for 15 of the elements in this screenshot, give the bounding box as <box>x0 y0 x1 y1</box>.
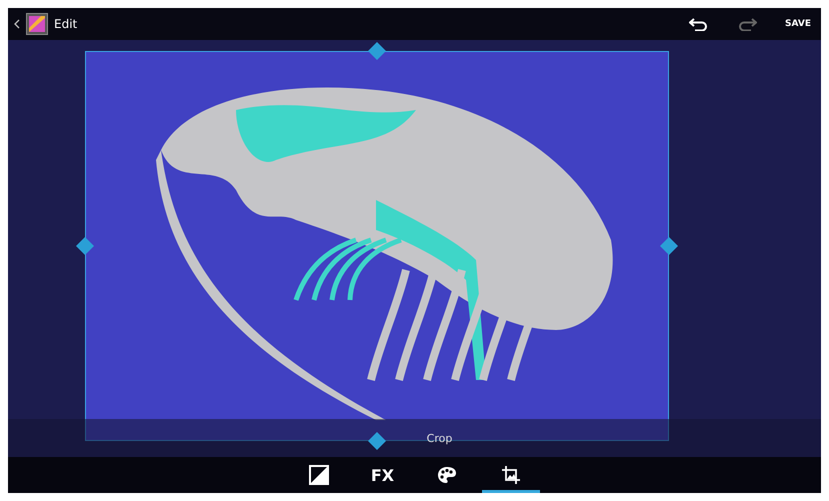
crop-handle[interactable] <box>368 42 386 60</box>
redo-arrow-icon <box>737 17 758 31</box>
undo-arrow-icon <box>689 17 710 31</box>
palette-icon <box>436 466 456 484</box>
gallery-app-icon <box>26 13 48 35</box>
panel-label: Crop <box>426 432 452 444</box>
back-chevron-icon[interactable] <box>14 19 20 29</box>
crop-icon <box>500 465 520 485</box>
fx-tool[interactable]: FX <box>354 457 412 493</box>
crop-handle[interactable] <box>76 237 94 255</box>
save-button[interactable]: SAVE <box>781 12 815 36</box>
screen-title: Edit <box>54 17 78 31</box>
crop-handle[interactable] <box>660 237 678 255</box>
exposure-icon <box>308 465 328 485</box>
crop-handle[interactable] <box>368 432 386 450</box>
